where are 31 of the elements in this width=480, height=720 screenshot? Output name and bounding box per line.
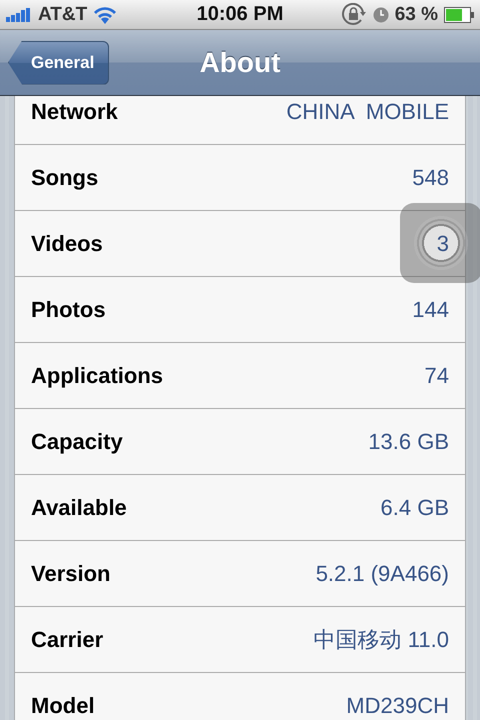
row-value: 548 (412, 164, 449, 190)
row-label: Videos (31, 230, 103, 256)
row-label: Photos (31, 296, 106, 322)
wifi-icon (93, 6, 118, 24)
assistive-touch-button[interactable] (400, 203, 480, 283)
row-label: Network (31, 98, 118, 124)
row-value: 144 (412, 296, 449, 322)
rotation-lock-icon (340, 2, 367, 26)
battery-icon (444, 6, 474, 22)
row-label: Capacity (31, 428, 123, 454)
row-label: Carrier (31, 626, 104, 652)
row-label: Available (31, 494, 127, 520)
back-button[interactable]: General (8, 40, 110, 84)
clock-time: 10:06 PM (196, 3, 284, 26)
row-label: Model (31, 692, 95, 718)
row-value: 中国移动 11.0 (314, 626, 449, 654)
row-value: MD239CH (346, 692, 449, 718)
row-value: 74 (424, 362, 449, 388)
alarm-clock-icon (372, 6, 389, 22)
row-value: 13.6 GB (368, 428, 449, 454)
signal-icon (6, 8, 32, 22)
row-value: 5.2.1 (9A466) (316, 560, 449, 586)
row-value: 6.4 GB (380, 494, 449, 520)
row-label: Applications (31, 362, 164, 388)
row-label: Version (31, 560, 110, 586)
carrier-name: AT&T (38, 4, 88, 26)
row-value: 3 (436, 230, 449, 256)
screen-title: About (200, 46, 280, 78)
row-value: CHINA MOBILE (286, 98, 449, 124)
battery-percent: 63 % (394, 4, 438, 26)
row-label: Songs (31, 164, 98, 190)
